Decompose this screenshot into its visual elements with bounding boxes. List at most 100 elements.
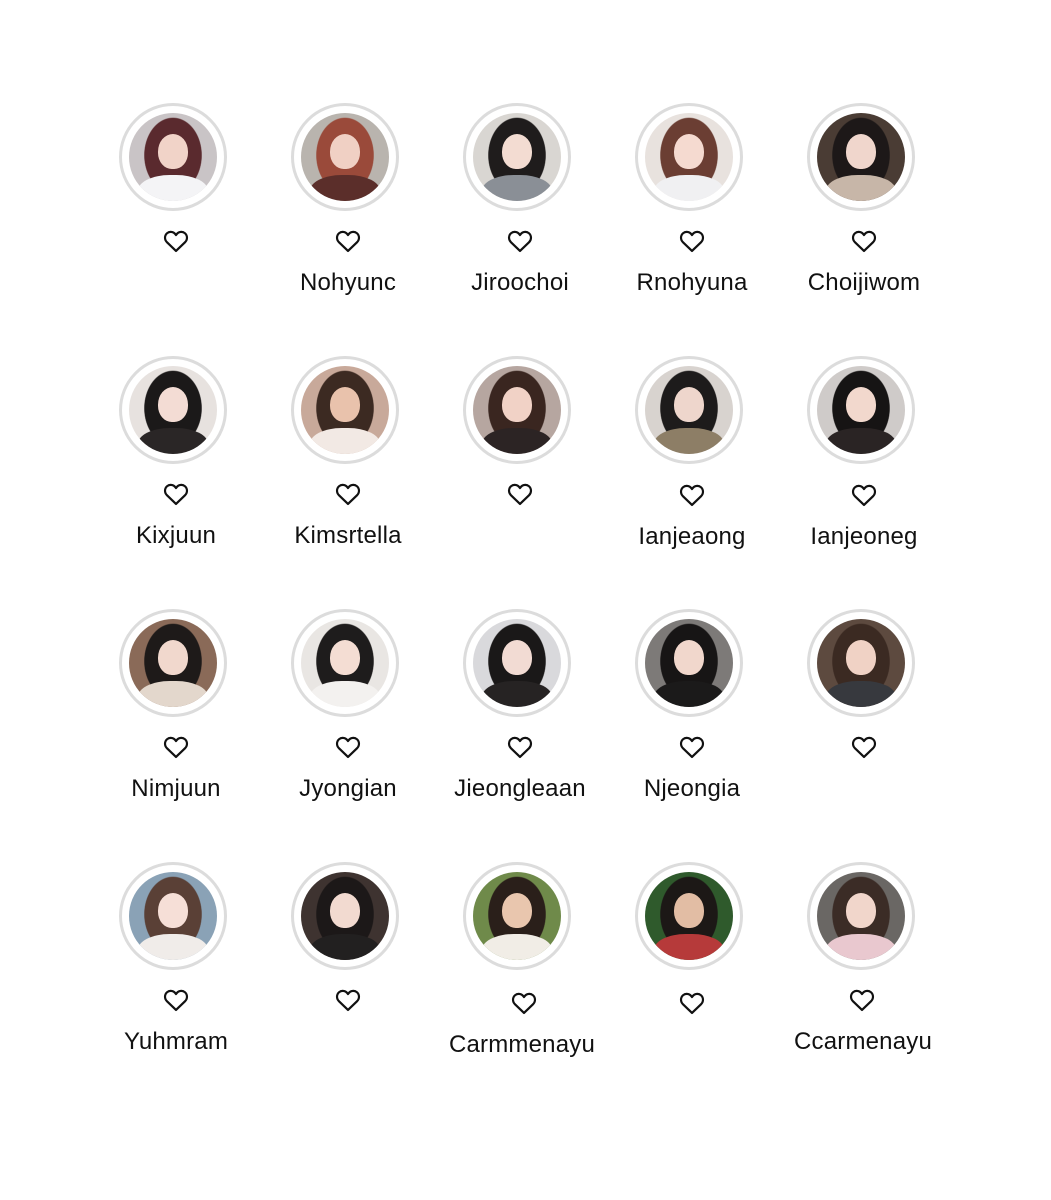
avatar-face [846,134,876,170]
profile-username[interactable]: Ianjeoneg [754,523,974,551]
heart-outline-icon[interactable] [163,735,189,759]
avatar-photo [817,113,905,201]
profile-avatar[interactable] [807,609,915,717]
profile-avatar[interactable] [291,609,399,717]
profile-avatar[interactable] [807,862,915,970]
heart-outline-icon[interactable] [507,735,533,759]
avatar-face [158,387,188,423]
avatar-photo [301,366,389,454]
avatar-face [674,893,704,929]
avatar-outfit [309,427,381,454]
profile-username[interactable]: Njeongia [582,775,802,803]
avatar-photo [473,366,561,454]
profile-card [774,609,954,829]
profile-avatar[interactable] [119,862,227,970]
profile-avatar[interactable] [291,356,399,464]
avatar-outfit [653,427,725,454]
heart-outline-icon[interactable] [507,229,533,253]
profile-avatar[interactable] [463,609,571,717]
heart-outline-icon[interactable] [849,988,875,1012]
profile-username[interactable]: Carmmenayu [414,1031,630,1059]
heart-outline-icon[interactable] [679,991,705,1015]
avatar-face [330,893,360,929]
avatar-photo [129,366,217,454]
avatar-photo [129,113,217,201]
avatar-outfit [653,174,725,201]
profile-card: Carmmenayu [430,862,610,1082]
avatar-photo [645,366,733,454]
avatar-face [502,387,532,423]
avatar-outfit [309,933,381,960]
avatar-outfit [309,174,381,201]
heart-outline-icon[interactable] [679,229,705,253]
profile-avatar[interactable] [291,103,399,211]
avatar-outfit [825,680,897,707]
heart-outline-icon[interactable] [335,229,361,253]
profile-avatar[interactable] [807,103,915,211]
heart-outline-icon[interactable] [163,988,189,1012]
avatar-face [674,134,704,170]
profile-card: Ianjeoneg [774,356,954,576]
heart-outline-icon[interactable] [335,482,361,506]
heart-outline-icon[interactable] [335,988,361,1012]
avatar-photo [817,872,905,960]
avatar-outfit [137,174,209,201]
avatar-face [502,134,532,170]
avatar-face [674,387,704,423]
avatar-photo [473,619,561,707]
profile-avatar[interactable] [119,103,227,211]
profile-card: Ccarmenayu [774,862,954,1082]
profile-avatar[interactable] [291,862,399,970]
profile-username[interactable]: Yuhmram [66,1028,286,1056]
avatar-photo [473,872,561,960]
profile-avatar[interactable] [463,103,571,211]
avatar-face [330,134,360,170]
profile-avatar[interactable] [807,356,915,464]
heart-outline-icon[interactable] [335,735,361,759]
profile-avatar[interactable] [463,862,571,970]
avatar-photo [301,113,389,201]
profile-avatar[interactable] [635,609,743,717]
avatar-face [674,640,704,676]
profile-username[interactable]: Ccarmenayu [752,1028,974,1056]
profile-avatar[interactable] [635,103,743,211]
profile-username[interactable]: Choijiwom [754,269,974,297]
avatar-outfit [481,174,553,201]
heart-outline-icon[interactable] [851,229,877,253]
profile-avatar[interactable] [119,356,227,464]
avatar-photo [645,113,733,201]
profile-avatar[interactable] [119,609,227,717]
profile-card [258,862,438,1082]
avatar-outfit [653,933,725,960]
avatar-outfit [309,680,381,707]
heart-outline-icon[interactable] [163,229,189,253]
heart-outline-icon[interactable] [679,483,705,507]
profile-avatar[interactable] [635,356,743,464]
profile-card: Kimsrtella [258,356,438,576]
avatar-photo [129,872,217,960]
profile-username[interactable]: Kimsrtella [238,522,458,550]
heart-outline-icon[interactable] [851,483,877,507]
profile-avatar[interactable] [463,356,571,464]
avatar-photo [817,366,905,454]
avatar-outfit [481,933,553,960]
avatar-face [158,640,188,676]
heart-outline-icon[interactable] [163,482,189,506]
avatar-photo [129,619,217,707]
avatar-outfit [137,427,209,454]
avatar-face [158,134,188,170]
heart-outline-icon[interactable] [507,482,533,506]
avatar-photo [645,872,733,960]
avatar-outfit [825,427,897,454]
profile-grid: Nohyunc Jiroochoi Rnohyuna Choijiwom Kixjuun… [0,0,1051,1200]
avatar-outfit [481,680,553,707]
avatar-face [330,640,360,676]
heart-outline-icon[interactable] [851,735,877,759]
avatar-face [502,893,532,929]
profile-avatar[interactable] [635,862,743,970]
avatar-outfit [137,680,209,707]
heart-outline-icon[interactable] [511,991,537,1015]
heart-outline-icon[interactable] [679,735,705,759]
avatar-photo [473,113,561,201]
profile-card: Yuhmram [86,862,266,1082]
